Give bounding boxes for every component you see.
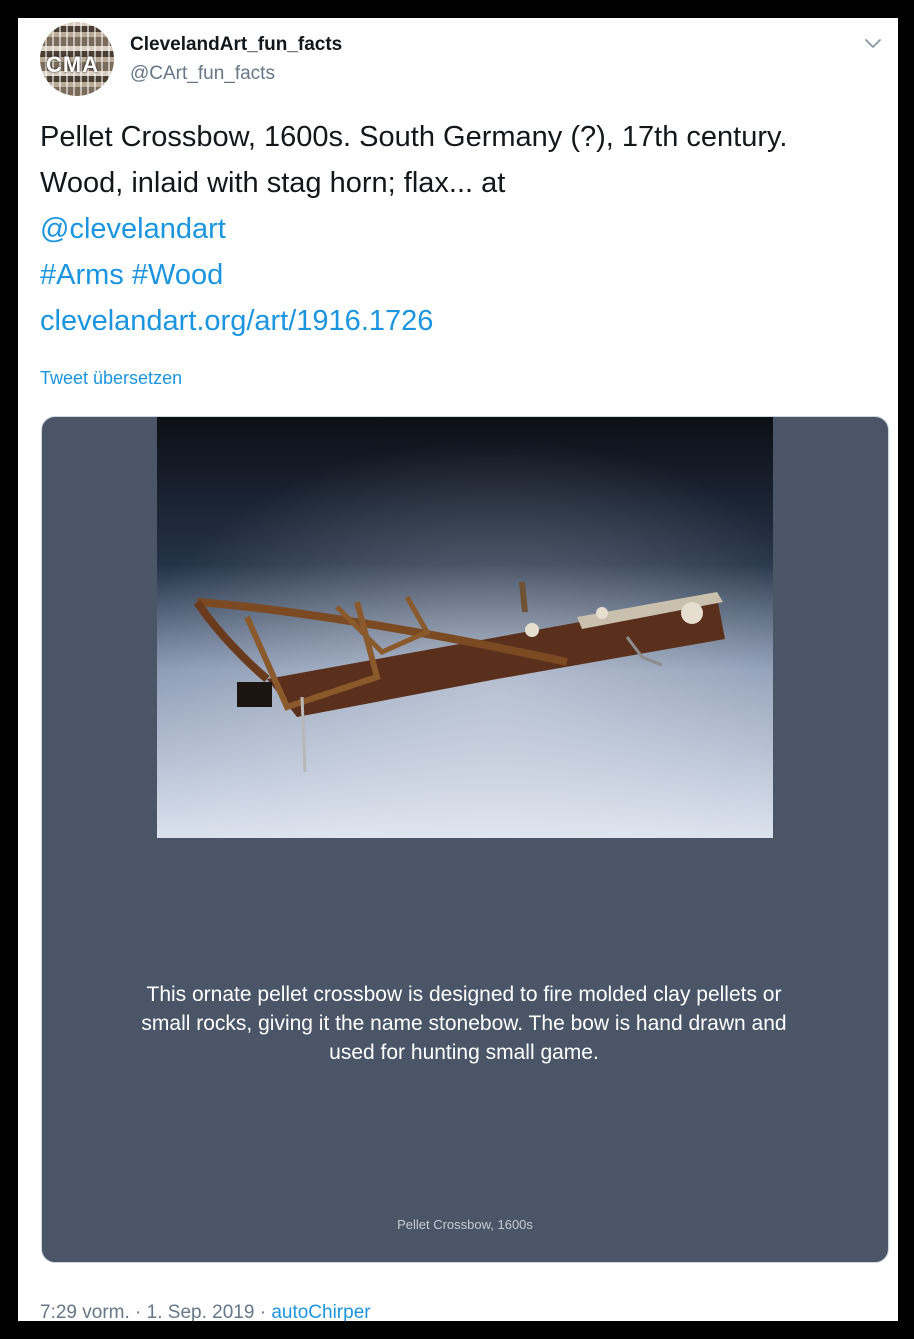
- hashtag-arms[interactable]: #Arms: [40, 259, 124, 291]
- mention-link[interactable]: @clevelandart: [40, 213, 226, 245]
- author-display-name[interactable]: ClevelandArt_fun_facts: [130, 34, 342, 56]
- chevron-down-icon[interactable]: [862, 32, 884, 54]
- media-attachment[interactable]: This ornate pellet crossbow is designed …: [41, 416, 889, 1263]
- tweet-time[interactable]: 7:29 vorm.: [40, 1302, 130, 1321]
- crossbow-photo: [157, 417, 773, 838]
- avatar-logo: CMA: [46, 52, 100, 77]
- author-handle[interactable]: @CArt_fun_facts: [130, 63, 275, 85]
- tweet-meta: 7:29 vorm. · 1. Sep. 2019 · autoChirper: [40, 1302, 371, 1321]
- source-app-link[interactable]: autoChirper: [271, 1302, 370, 1321]
- tweet-text: Pellet Crossbow, 1600s. South Germany (?…: [40, 114, 870, 344]
- image-caption: This ornate pellet crossbow is designed …: [141, 983, 787, 1064]
- avatar[interactable]: CMA: [40, 22, 114, 96]
- hashtag-wood[interactable]: #Wood: [132, 259, 223, 291]
- separator: ·: [259, 1302, 267, 1321]
- separator: ·: [135, 1302, 142, 1321]
- tweet-body: Pellet Crossbow, 1600s. South Germany (?…: [40, 121, 788, 199]
- image-title-caption: Pellet Crossbow, 1600s: [397, 1217, 533, 1232]
- tweet-date[interactable]: 1. Sep. 2019: [147, 1302, 255, 1321]
- tweet-card: CMA ClevelandArt_fun_facts @CArt_fun_fac…: [18, 18, 898, 1321]
- url-link[interactable]: clevelandart.org/art/1916.1726: [40, 305, 433, 337]
- translate-tweet-link[interactable]: Tweet übersetzen: [40, 368, 182, 389]
